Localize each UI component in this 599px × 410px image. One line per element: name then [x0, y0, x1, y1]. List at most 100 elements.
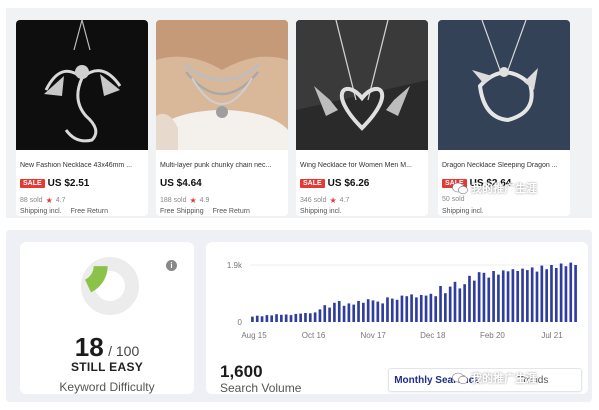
volume-bar[interactable]	[275, 314, 278, 322]
volume-bar[interactable]	[511, 269, 515, 322]
volume-bar[interactable]	[313, 312, 317, 322]
volume-bar[interactable]	[376, 301, 380, 322]
volume-bar[interactable]	[535, 271, 539, 322]
difficulty-score-value: 18	[74, 332, 104, 362]
volume-bar[interactable]	[569, 262, 573, 322]
volume-bar[interactable]	[506, 271, 510, 322]
x-tick-label: Nov 17	[361, 331, 387, 340]
volume-bar[interactable]	[318, 309, 322, 322]
volume-bar[interactable]	[362, 302, 365, 322]
volume-bar[interactable]	[453, 281, 457, 322]
volume-bar[interactable]	[400, 295, 404, 322]
volume-bar[interactable]	[550, 265, 553, 322]
volume-bar[interactable]	[545, 269, 548, 322]
product-title[interactable]: Wing Necklace for Women Men M...	[300, 162, 424, 169]
volume-bar[interactable]	[352, 304, 356, 322]
x-tick-label: Aug 15	[241, 331, 267, 340]
volume-bar[interactable]	[251, 316, 254, 322]
product-title[interactable]: Multi-layer punk chunky chain nec...	[160, 162, 284, 169]
y-tick-label: 1.9k	[227, 261, 243, 270]
volume-bar[interactable]	[444, 293, 447, 322]
difficulty-score: 18 / 100	[20, 332, 194, 363]
volume-bar[interactable]	[289, 315, 293, 322]
product-card[interactable]: New Fashion Necklace 43x46mm ... SALE US…	[16, 20, 148, 216]
free-return-label: Free Return	[70, 208, 108, 215]
product-image[interactable]	[156, 20, 288, 150]
price-row: SALE US $2.51	[20, 178, 89, 189]
volume-bar[interactable]	[521, 268, 524, 322]
volume-bar[interactable]	[468, 275, 471, 322]
volume-bar[interactable]	[564, 266, 568, 322]
volume-bar[interactable]	[448, 286, 452, 322]
volume-bar[interactable]	[472, 280, 476, 322]
volume-bar[interactable]	[487, 277, 491, 322]
volume-bar[interactable]	[260, 316, 264, 322]
volume-bar[interactable]	[439, 286, 442, 322]
volume-bar[interactable]	[255, 315, 259, 322]
volume-bar[interactable]	[308, 313, 312, 322]
product-card[interactable]: Wing Necklace for Women Men M... SALE US…	[296, 20, 428, 216]
product-card[interactable]: Multi-layer punk chunky chain nec... US …	[156, 20, 288, 216]
volume-bar[interactable]	[347, 303, 351, 322]
difficulty-gauge	[81, 257, 139, 315]
volume-bar[interactable]	[419, 295, 423, 322]
volume-bar[interactable]	[265, 315, 269, 322]
volume-bar[interactable]	[458, 288, 462, 322]
product-image[interactable]	[296, 20, 428, 150]
volume-bar[interactable]	[492, 271, 495, 322]
volume-bar[interactable]	[415, 297, 418, 322]
rating-value: 4.7	[339, 197, 350, 204]
volume-bar[interactable]	[482, 272, 486, 322]
volume-bar[interactable]	[463, 284, 466, 322]
volume-bar[interactable]	[497, 274, 500, 322]
volume-bar[interactable]	[304, 313, 307, 322]
shipping-row: Free Shipping Free Return	[160, 208, 250, 215]
product-title[interactable]: Dragon Necklace Sleeping Dragon ...	[442, 162, 566, 169]
watermark-text: 我的推广生涯	[471, 373, 537, 385]
volume-bar[interactable]	[390, 298, 394, 322]
volume-bar[interactable]	[477, 272, 481, 322]
volume-bar[interactable]	[280, 314, 283, 322]
x-tick-label: Feb 20	[480, 331, 505, 340]
volume-bar[interactable]	[501, 270, 505, 322]
volume-bar[interactable]	[357, 301, 360, 322]
volume-bar[interactable]	[270, 315, 274, 322]
volume-bar[interactable]	[299, 313, 302, 322]
volume-bar[interactable]	[337, 301, 341, 322]
volume-bar[interactable]	[366, 299, 370, 322]
volume-bar[interactable]	[516, 271, 520, 322]
volume-bar[interactable]	[294, 313, 298, 322]
volume-bar[interactable]	[530, 267, 534, 322]
volume-bar[interactable]	[410, 294, 413, 322]
volume-bar[interactable]	[395, 299, 399, 322]
product-title[interactable]: New Fashion Necklace 43x46mm ...	[20, 162, 144, 169]
volume-bar[interactable]	[284, 314, 288, 323]
volume-bar[interactable]	[371, 300, 375, 322]
volume-bar[interactable]	[381, 303, 384, 322]
info-icon[interactable]: i	[166, 260, 177, 271]
volume-bar[interactable]	[405, 296, 409, 322]
product-image[interactable]	[438, 20, 570, 150]
volume-bar[interactable]	[526, 270, 529, 322]
product-image[interactable]	[16, 20, 148, 150]
volume-bar[interactable]	[323, 305, 327, 322]
volume-bar[interactable]	[429, 293, 433, 322]
volume-bar[interactable]	[434, 296, 438, 322]
search-volume-value: 1,600	[220, 362, 263, 381]
volume-bar[interactable]	[424, 295, 428, 322]
sold-count: 88 sold	[20, 197, 43, 204]
volume-bar[interactable]	[333, 302, 336, 322]
volume-bar[interactable]	[328, 307, 331, 322]
difficulty-score-max: / 100	[108, 343, 140, 359]
volume-bar[interactable]	[559, 263, 563, 323]
volume-bar[interactable]	[574, 265, 577, 322]
watermark-text: 我的推广生涯	[471, 183, 537, 195]
sold-count: 188 sold	[160, 197, 187, 204]
star-icon: ★	[45, 196, 53, 205]
shipping-label: Shipping incl.	[300, 208, 342, 215]
volume-bar[interactable]	[554, 268, 558, 322]
wechat-logo-icon	[452, 372, 468, 384]
volume-bar[interactable]	[386, 297, 389, 322]
volume-bar[interactable]	[540, 265, 544, 322]
volume-bar[interactable]	[342, 305, 346, 322]
